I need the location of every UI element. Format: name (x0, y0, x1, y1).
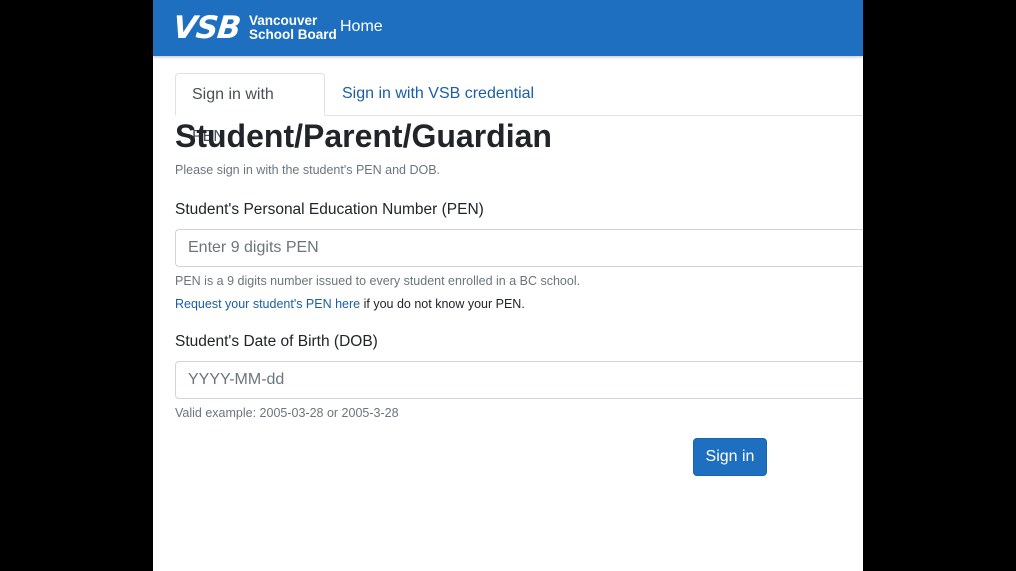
request-pen-suffix: if you do not know your PEN. (360, 297, 525, 311)
dob-input[interactable] (175, 361, 863, 399)
sign-in-tabs: Sign in with PEN Sign in with VSB creden… (175, 73, 863, 145)
sign-in-button[interactable]: Sign in (693, 438, 767, 476)
page-subtitle: Please sign in with the student's PEN an… (175, 163, 441, 177)
dob-help-text: Valid example: 2005-03-28 or 2005-3-28 (175, 406, 399, 420)
pen-label: Student's Personal Education Number (PEN… (175, 201, 484, 218)
browser-viewport: VSB Vancouver School Board Home Sign in … (153, 0, 863, 571)
nav-home-link[interactable]: Home (340, 18, 383, 36)
logo-line-school-board: School Board (248, 27, 337, 42)
vsb-logo[interactable]: VSB Vancouver School Board (171, 10, 337, 46)
vsb-logo-text: Vancouver School Board (249, 14, 337, 42)
top-navbar: VSB Vancouver School Board Home (153, 0, 863, 56)
pen-request-line: Request your student's PEN here if you d… (175, 297, 525, 311)
tab-sign-in-with-vsb-credential[interactable]: Sign in with VSB credential (326, 73, 550, 114)
request-pen-link[interactable]: Request your student's PEN here (175, 297, 360, 311)
tab-sign-in-with-pen[interactable]: Sign in with PEN (175, 73, 325, 145)
logo-line-vancouver: Vancouver (248, 13, 318, 28)
pen-input[interactable] (175, 229, 863, 267)
dob-label: Student's Date of Birth (DOB) (175, 333, 378, 350)
pen-help-text: PEN is a 9 digits number issued to every… (175, 274, 581, 288)
vsb-logo-mark: VSB (171, 10, 242, 46)
page-title: Student/Parent/Guardian (175, 118, 552, 154)
